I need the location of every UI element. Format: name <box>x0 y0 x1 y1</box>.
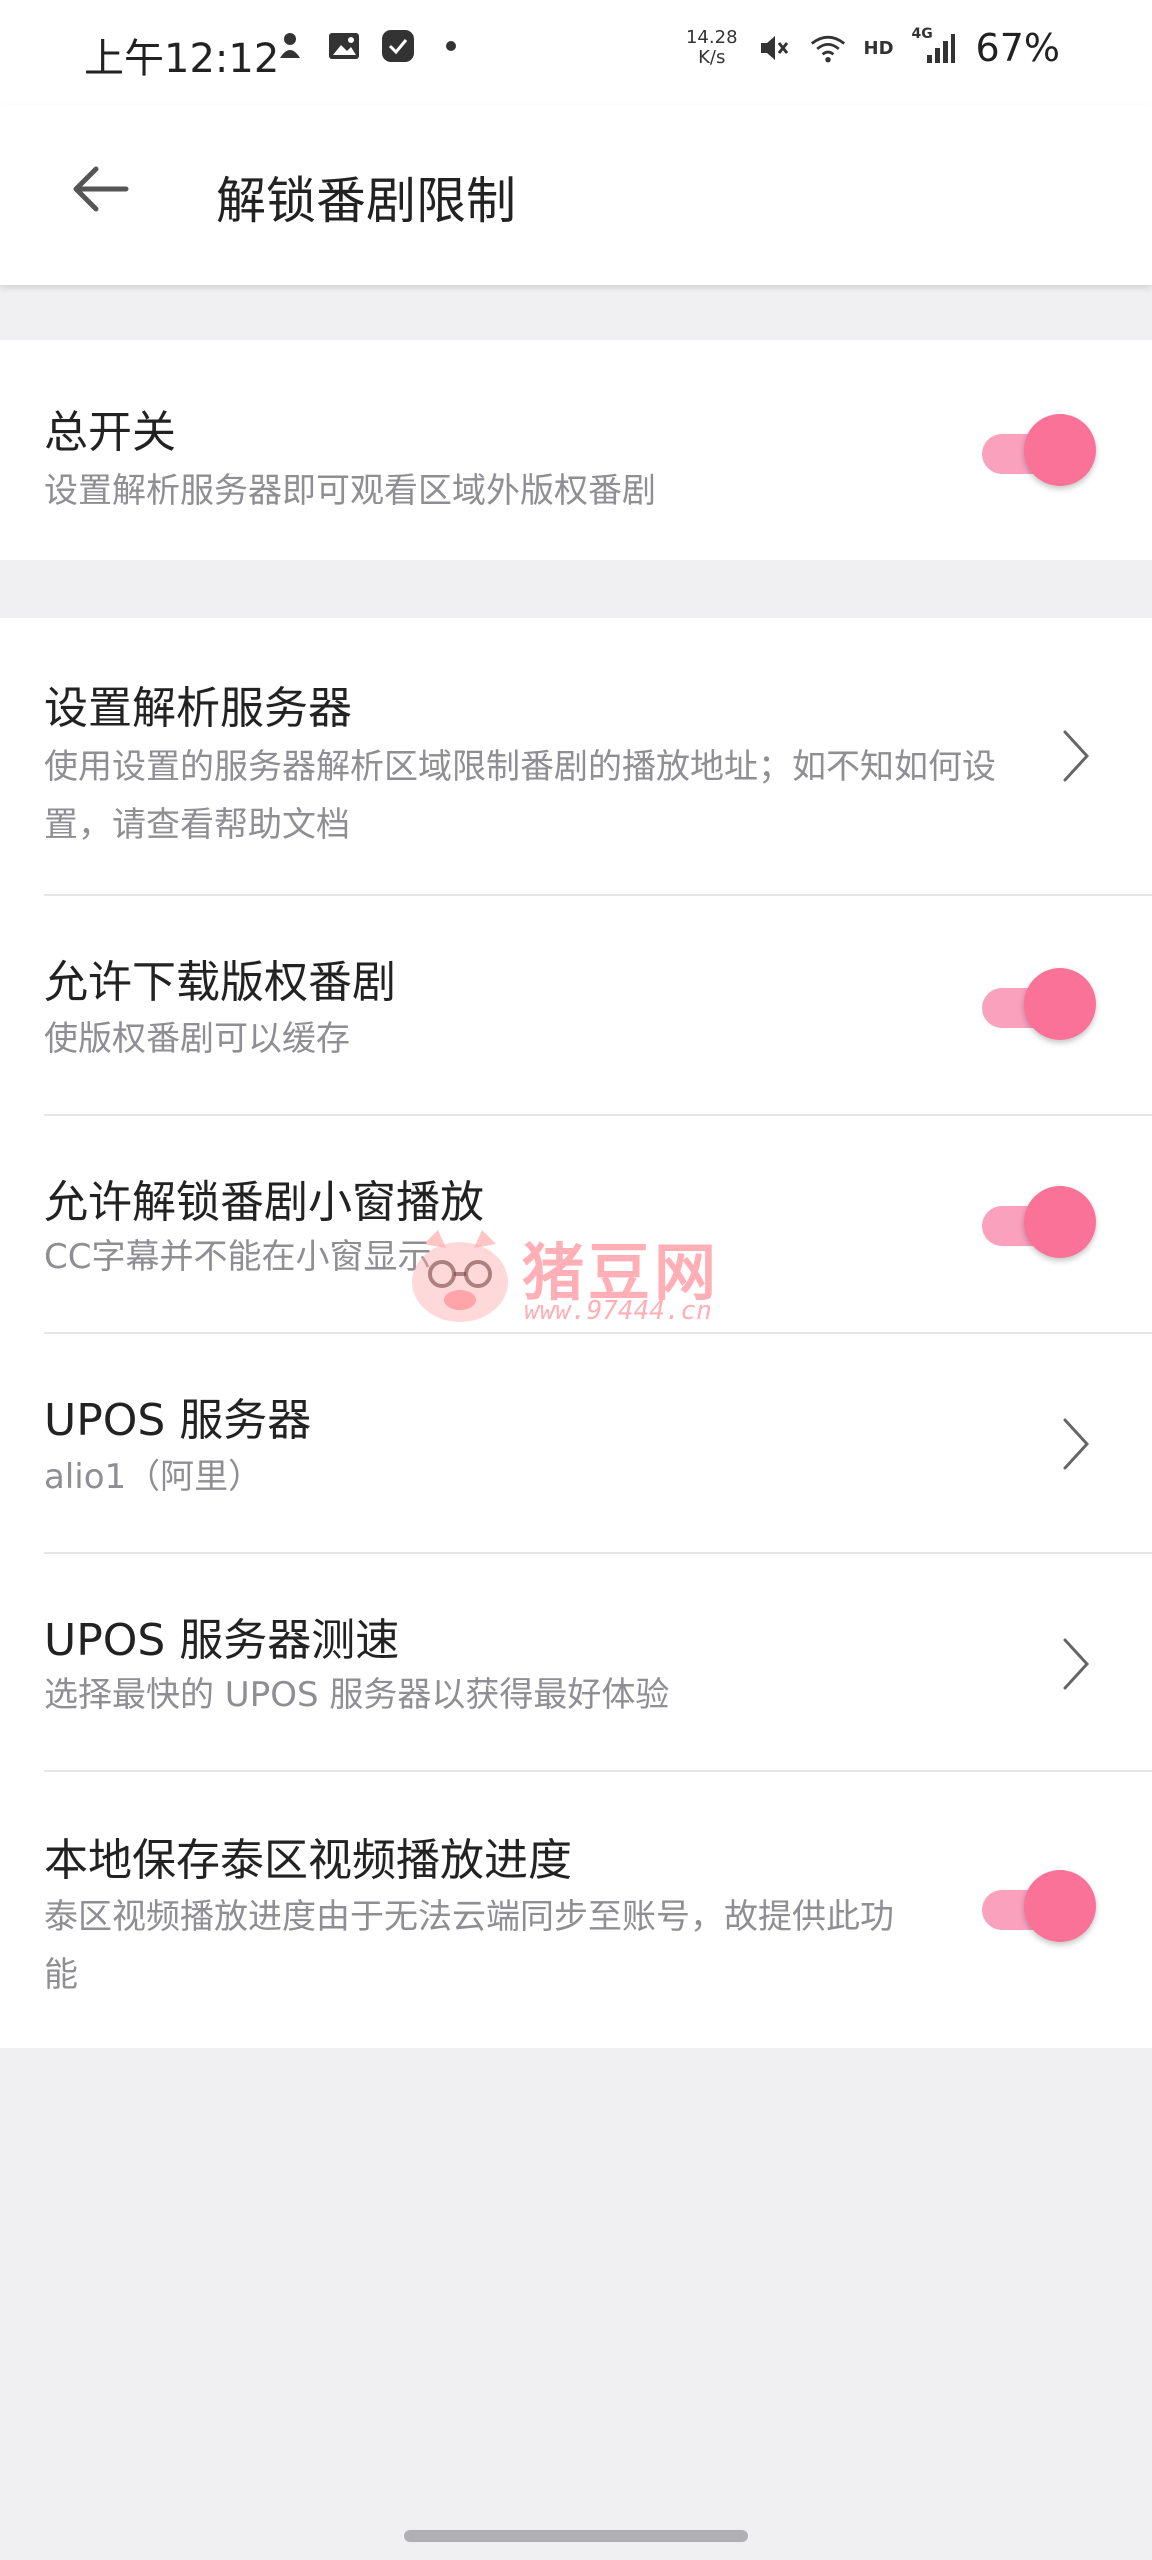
chevron-right-icon <box>1056 1414 1096 1474</box>
setting-title: 允许解锁番剧小窗播放 <box>44 1177 484 1228</box>
setting-title: UPOS 服务器 <box>44 1395 312 1446</box>
setting-row-upos-speedtest[interactable]: UPOS 服务器测速 选择最快的 UPOS 服务器以获得最好体验 <box>0 1554 1152 1770</box>
toggle-thumb <box>1024 1870 1096 1942</box>
gesture-nav-handle[interactable] <box>404 2530 748 2542</box>
setting-row-allow-pip[interactable]: 允许解锁番剧小窗播放 CC字幕并不能在小窗显示 <box>0 1116 1152 1332</box>
network-type-label: 4G <box>911 26 933 42</box>
back-button[interactable] <box>60 151 140 231</box>
image-icon <box>326 28 362 64</box>
more-notifications-dot-icon <box>446 41 456 51</box>
app-notification-icon <box>272 28 308 64</box>
arrow-left-icon <box>68 157 132 225</box>
cellular-signal-icon: 4G <box>912 26 958 66</box>
local-progress-toggle[interactable] <box>980 1870 1096 1942</box>
setting-title: 总开关 <box>44 407 176 458</box>
toggle-thumb <box>1024 1186 1096 1258</box>
app-bar: 解锁番剧限制 <box>0 105 1152 285</box>
status-time: 上午12:12 <box>84 36 280 82</box>
toggle-thumb <box>1024 414 1096 486</box>
system-icons: 14.28 K/s HD 4G 67% <box>686 26 1060 70</box>
setting-subtitle: alio1（阿里） <box>44 1457 263 1497</box>
network-speed: 14.28 K/s <box>685 27 738 68</box>
main-switch-toggle[interactable] <box>980 414 1096 486</box>
setting-subtitle: CC字幕并不能在小窗显示 <box>44 1237 432 1277</box>
status-bar: 上午12:12 14.28 K/s HD 4G 67% <box>0 0 1152 105</box>
setting-subtitle: 设置解析服务器即可观看区域外版权番剧 <box>44 471 656 511</box>
toggle-thumb <box>1024 968 1096 1040</box>
setting-title: UPOS 服务器测速 <box>44 1615 400 1666</box>
page-title: 解锁番剧限制 <box>216 172 516 230</box>
setting-subtitle: 使用设置的服务器解析区域限制番剧的播放地址；如不知如何设置，请查看帮助文档 <box>44 747 996 845</box>
setting-row-allow-download[interactable]: 允许下载版权番剧 使版权番剧可以缓存 <box>0 896 1152 1114</box>
setting-row-parse-server[interactable]: 设置解析服务器 使用设置的服务器解析区域限制番剧的播放地址；如不知如何设置，请查… <box>0 618 1152 894</box>
settings-card: 设置解析服务器 使用设置的服务器解析区域限制番剧的播放地址；如不知如何设置，请查… <box>0 618 1152 2048</box>
allow-download-toggle[interactable] <box>980 968 1096 1040</box>
mute-icon <box>756 30 792 66</box>
hd-label: HD <box>863 37 894 59</box>
setting-title: 允许下载版权番剧 <box>44 957 396 1008</box>
chevron-right-icon <box>1056 726 1096 786</box>
setting-title: 本地保存泰区视频播放进度 <box>44 1835 572 1886</box>
chevron-right-icon <box>1056 1634 1096 1694</box>
setting-subtitle: 选择最快的 UPOS 服务器以获得最好体验 <box>44 1675 670 1715</box>
allow-pip-toggle[interactable] <box>980 1186 1096 1258</box>
setting-row-main-switch[interactable]: 总开关 设置解析服务器即可观看区域外版权番剧 <box>0 340 1152 560</box>
setting-title: 设置解析服务器 <box>44 683 352 734</box>
main-switch-card: 总开关 设置解析服务器即可观看区域外版权番剧 <box>0 340 1152 560</box>
wifi-icon <box>810 30 846 66</box>
setting-subtitle: 泰区视频播放进度由于无法云端同步至账号，故提供此功能 <box>44 1897 894 1995</box>
battery-level: 67% <box>975 26 1060 70</box>
setting-subtitle: 使版权番剧可以缓存 <box>44 1019 350 1059</box>
setting-row-local-progress[interactable]: 本地保存泰区视频播放进度 泰区视频播放进度由于无法云端同步至账号，故提供此功能 <box>0 1772 1152 2048</box>
check-app-icon <box>380 28 416 64</box>
setting-row-upos-server[interactable]: UPOS 服务器 alio1（阿里） <box>0 1334 1152 1552</box>
notification-icons <box>272 28 456 64</box>
